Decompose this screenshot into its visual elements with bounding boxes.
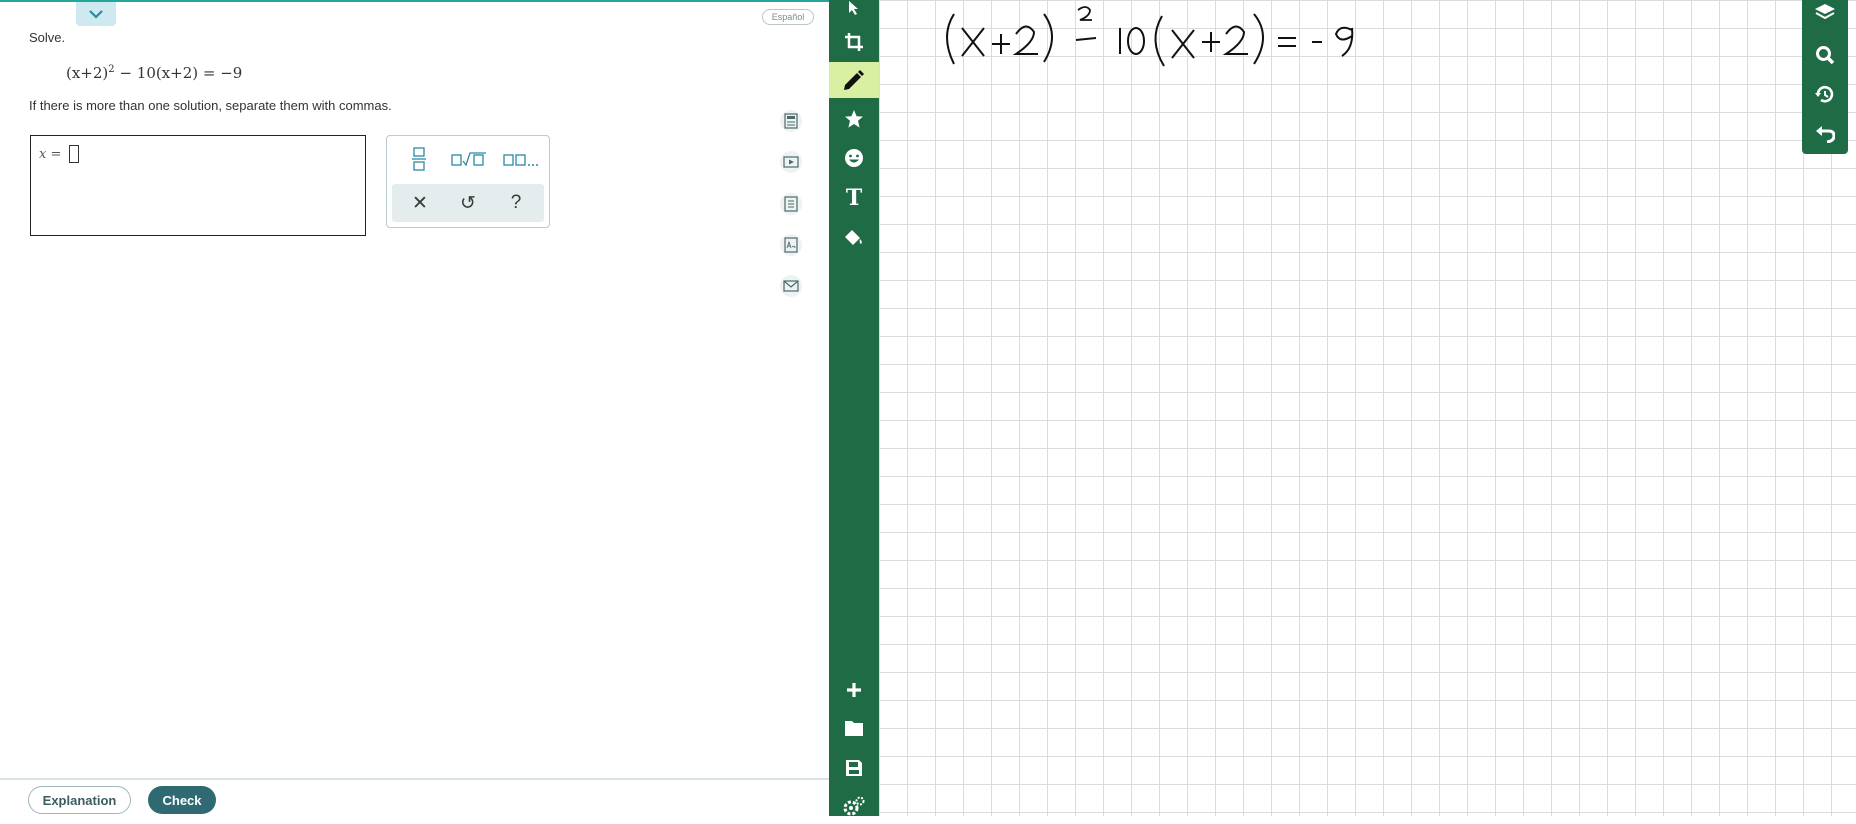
nth-root-key[interactable] [449, 145, 489, 173]
check-button[interactable]: Check [148, 786, 216, 814]
video-button[interactable] [780, 151, 802, 173]
answer-input-box[interactable]: x = [30, 135, 366, 236]
history-button[interactable] [1802, 76, 1848, 114]
text-tool[interactable]: T [829, 180, 879, 216]
glossary-icon [784, 237, 798, 253]
equation-part-1: (x+2) [66, 64, 109, 82]
layers-icon [1815, 4, 1835, 20]
video-play-icon [783, 156, 799, 168]
problem-instruction: If there is more than one solution, sepa… [29, 98, 392, 113]
answer-input-field[interactable] [69, 145, 79, 163]
save-disk-icon [846, 760, 862, 776]
list-key[interactable] [501, 145, 541, 173]
email-instructor-button[interactable] [780, 275, 802, 297]
book-icon [784, 196, 798, 212]
search-icon [1816, 46, 1835, 65]
square-root-icon [451, 152, 486, 167]
open-file-tool[interactable] [829, 710, 879, 746]
drawing-toolbar: T [829, 0, 879, 816]
cursor-arrow-icon [849, 1, 858, 15]
envelope-icon [783, 280, 799, 292]
smiley-icon [845, 149, 863, 167]
handwritten-equation [946, 6, 1354, 67]
collapse-button[interactable] [76, 2, 116, 26]
pointer-tool[interactable] [829, 0, 879, 26]
folder-icon [845, 721, 863, 736]
sticker-tool[interactable] [829, 140, 879, 176]
stamp-tool[interactable] [829, 101, 879, 137]
paint-bucket-icon [845, 230, 862, 245]
chevron-down-icon [89, 10, 103, 19]
pencil-icon [844, 70, 864, 90]
fraction-key[interactable] [405, 145, 433, 173]
layers-button[interactable] [1802, 0, 1848, 32]
question-footer: Explanation Check [0, 778, 829, 818]
equation-exponent: 2 [108, 64, 115, 75]
palette-action-bar: ✕ ↺ ? [392, 184, 544, 222]
glossary-button[interactable] [780, 234, 802, 256]
crop-icon [845, 33, 863, 51]
search-button[interactable] [1802, 36, 1848, 74]
textbook-button[interactable] [780, 193, 802, 215]
problem-prompt: Solve. [29, 30, 66, 45]
question-panel: Español Solve. (x+2)2 − 10(x+2) = −9 If … [0, 0, 829, 816]
help-button[interactable]: ? [496, 184, 536, 222]
problem-equation: (x+2)2 − 10(x+2) = −9 [66, 64, 242, 82]
whiteboard-canvas[interactable] [879, 0, 1856, 816]
calculator-icon [784, 113, 798, 129]
fraction-icon [412, 147, 426, 171]
right-tool-panel [1802, 0, 1848, 154]
top-accent-line [0, 0, 829, 2]
list-icon [503, 154, 538, 166]
clear-button[interactable]: ✕ [400, 184, 440, 222]
math-palette: ✕ ↺ ? [386, 135, 550, 228]
calculator-button[interactable] [780, 110, 802, 132]
answer-variable-label: x = [39, 147, 62, 162]
undo-button[interactable]: ↺ [448, 184, 488, 222]
save-tool[interactable] [829, 750, 879, 786]
history-icon [1815, 85, 1834, 103]
equation-part-2: − 10(x+2) = −9 [119, 64, 243, 82]
undo-arrow-icon [1816, 126, 1835, 143]
settings-tool[interactable] [829, 788, 879, 824]
text-t-icon: T [845, 185, 863, 211]
gears-icon [843, 796, 865, 816]
add-page-tool[interactable] [829, 672, 879, 708]
explanation-button[interactable]: Explanation [28, 786, 131, 814]
language-toggle-button[interactable]: Español [762, 9, 814, 25]
star-icon [845, 110, 863, 128]
pen-tool[interactable] [829, 62, 879, 98]
undo-canvas-button[interactable] [1802, 114, 1848, 152]
crop-tool[interactable] [829, 24, 879, 60]
fill-tool[interactable] [829, 220, 879, 256]
plus-icon [847, 683, 861, 697]
